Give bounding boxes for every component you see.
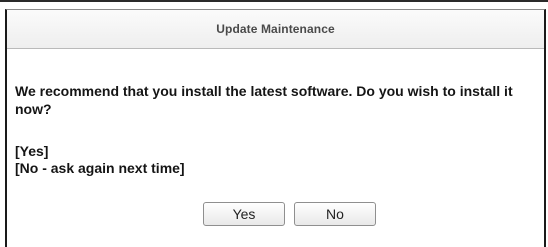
dialog-title: Update Maintenance	[216, 22, 335, 36]
dialog-titlebar[interactable]: Update Maintenance	[7, 10, 544, 49]
option-no-text: [No - ask again next time]	[15, 160, 185, 176]
yes-button[interactable]: Yes	[203, 202, 285, 226]
option-yes-text: [Yes]	[15, 143, 49, 159]
dialog-message: We recommend that you install the latest…	[15, 83, 513, 117]
update-maintenance-dialog: Update Maintenance We recommend that you…	[5, 9, 546, 247]
background-strip	[0, 0, 548, 9]
background-divider	[0, 0, 548, 2]
screen: Update Maintenance We recommend that you…	[0, 0, 548, 247]
dialog-button-row: Yes No	[203, 202, 376, 226]
option-list: [Yes] [No - ask again next time]	[15, 143, 185, 177]
no-button[interactable]: No	[294, 202, 376, 226]
